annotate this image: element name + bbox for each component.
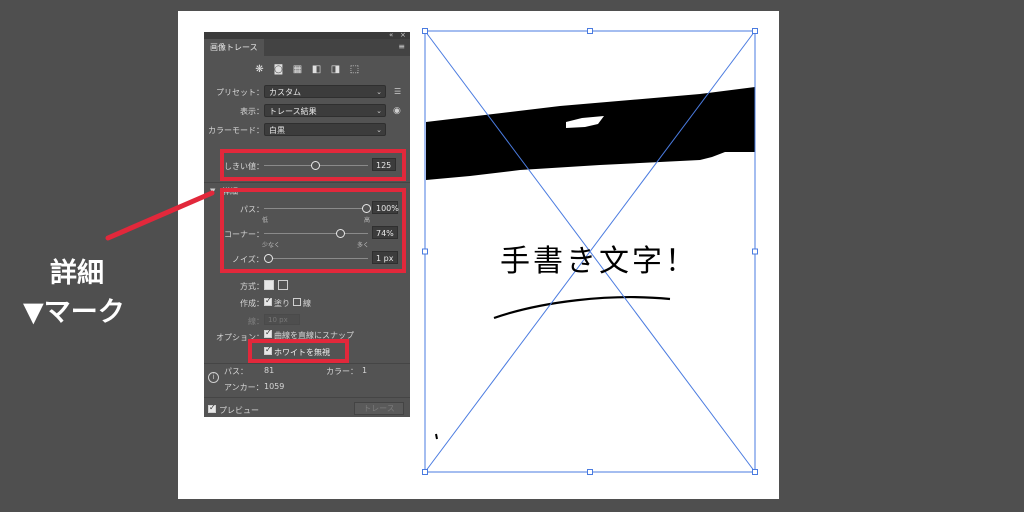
fill-checkbox[interactable] [264,296,272,306]
info-colors-label: カラー： [326,367,358,376]
handwritten-text: 手書き文字！ [500,244,698,279]
eye-icon[interactable]: ◉ [393,106,401,116]
divider [204,397,410,398]
black-white-icon[interactable]: ◨ [330,64,341,75]
divider [204,182,410,183]
preview-label: プレビュー [219,406,259,415]
panel-tabbar: 画像トレース ≡ [204,39,410,56]
stroke-width-field: 10 px [264,314,300,325]
stray-mark [435,433,438,440]
info-anchors-label: アンカー： [224,383,264,392]
info-icon: i [208,372,219,383]
preset-icon-row: ❋ ◙ ▦ ◧ ◨ ⬚ [254,64,360,75]
chevron-down-icon: ⌄ [376,88,382,96]
view-value: トレース結果 [269,107,317,116]
divider [204,363,410,364]
underline-stroke [493,296,671,320]
fill-label: 塗り [274,299,290,308]
grayscale-icon[interactable]: ◧ [311,64,322,75]
method-label: 方式： [240,282,264,291]
stroke-width-value: 10 px [268,316,288,324]
black-brush-stroke [426,87,755,180]
low-color-icon[interactable]: ▦ [292,64,303,75]
info-paths-label: パス： [224,367,248,376]
high-color-icon[interactable]: ◙ [273,64,284,75]
chevron-down-icon: ⌄ [376,126,382,134]
snap-checkbox[interactable] [264,328,272,338]
stroke-label: 線 [303,299,311,308]
callout-line-2: ▼マーク [23,297,125,328]
view-label: 表示： [240,107,264,116]
method-overlapping-button[interactable] [278,280,288,290]
outline-icon[interactable]: ⬚ [349,64,360,75]
close-icon[interactable]: × [400,31,406,39]
collapse-icon[interactable]: « [389,31,393,39]
advanced-disclosure-icon[interactable]: ▼ [210,187,215,195]
advanced-highlight-box [220,188,406,273]
panel-title-strip: « × [204,31,410,39]
method-abutting-button[interactable] [264,280,274,290]
info-anchors-value: 1059 [264,382,285,391]
trace-button[interactable]: トレース [354,402,404,415]
preset-select[interactable]: カスタム ⌄ [264,85,386,98]
preset-label: プリセット： [216,88,264,97]
preview-checkbox[interactable] [208,403,216,413]
color-mode-label: カラーモード： [208,126,264,135]
color-mode-select[interactable]: 白黒 ⌄ [264,123,386,136]
create-label: 作成： [240,299,264,308]
stroke-width-label: 線： [248,317,264,326]
callout-line-1: 詳細 [50,258,104,289]
preset-value: カスタム [269,88,301,97]
stroke-checkbox[interactable] [293,298,301,306]
auto-color-icon[interactable]: ❋ [254,64,265,75]
preset-list-icon[interactable]: ☰ [394,87,401,96]
chevron-down-icon: ⌄ [376,107,382,115]
tab-image-trace[interactable]: 画像トレース [204,39,264,56]
color-mode-value: 白黒 [269,126,285,135]
view-select[interactable]: トレース結果 ⌄ [264,104,386,117]
panel-menu-icon[interactable]: ≡ [398,42,405,51]
info-paths-value: 81 [264,366,275,375]
ignore-white-highlight-box [248,339,349,363]
info-colors-value: 1 [362,366,368,375]
threshold-highlight-box [220,149,406,181]
